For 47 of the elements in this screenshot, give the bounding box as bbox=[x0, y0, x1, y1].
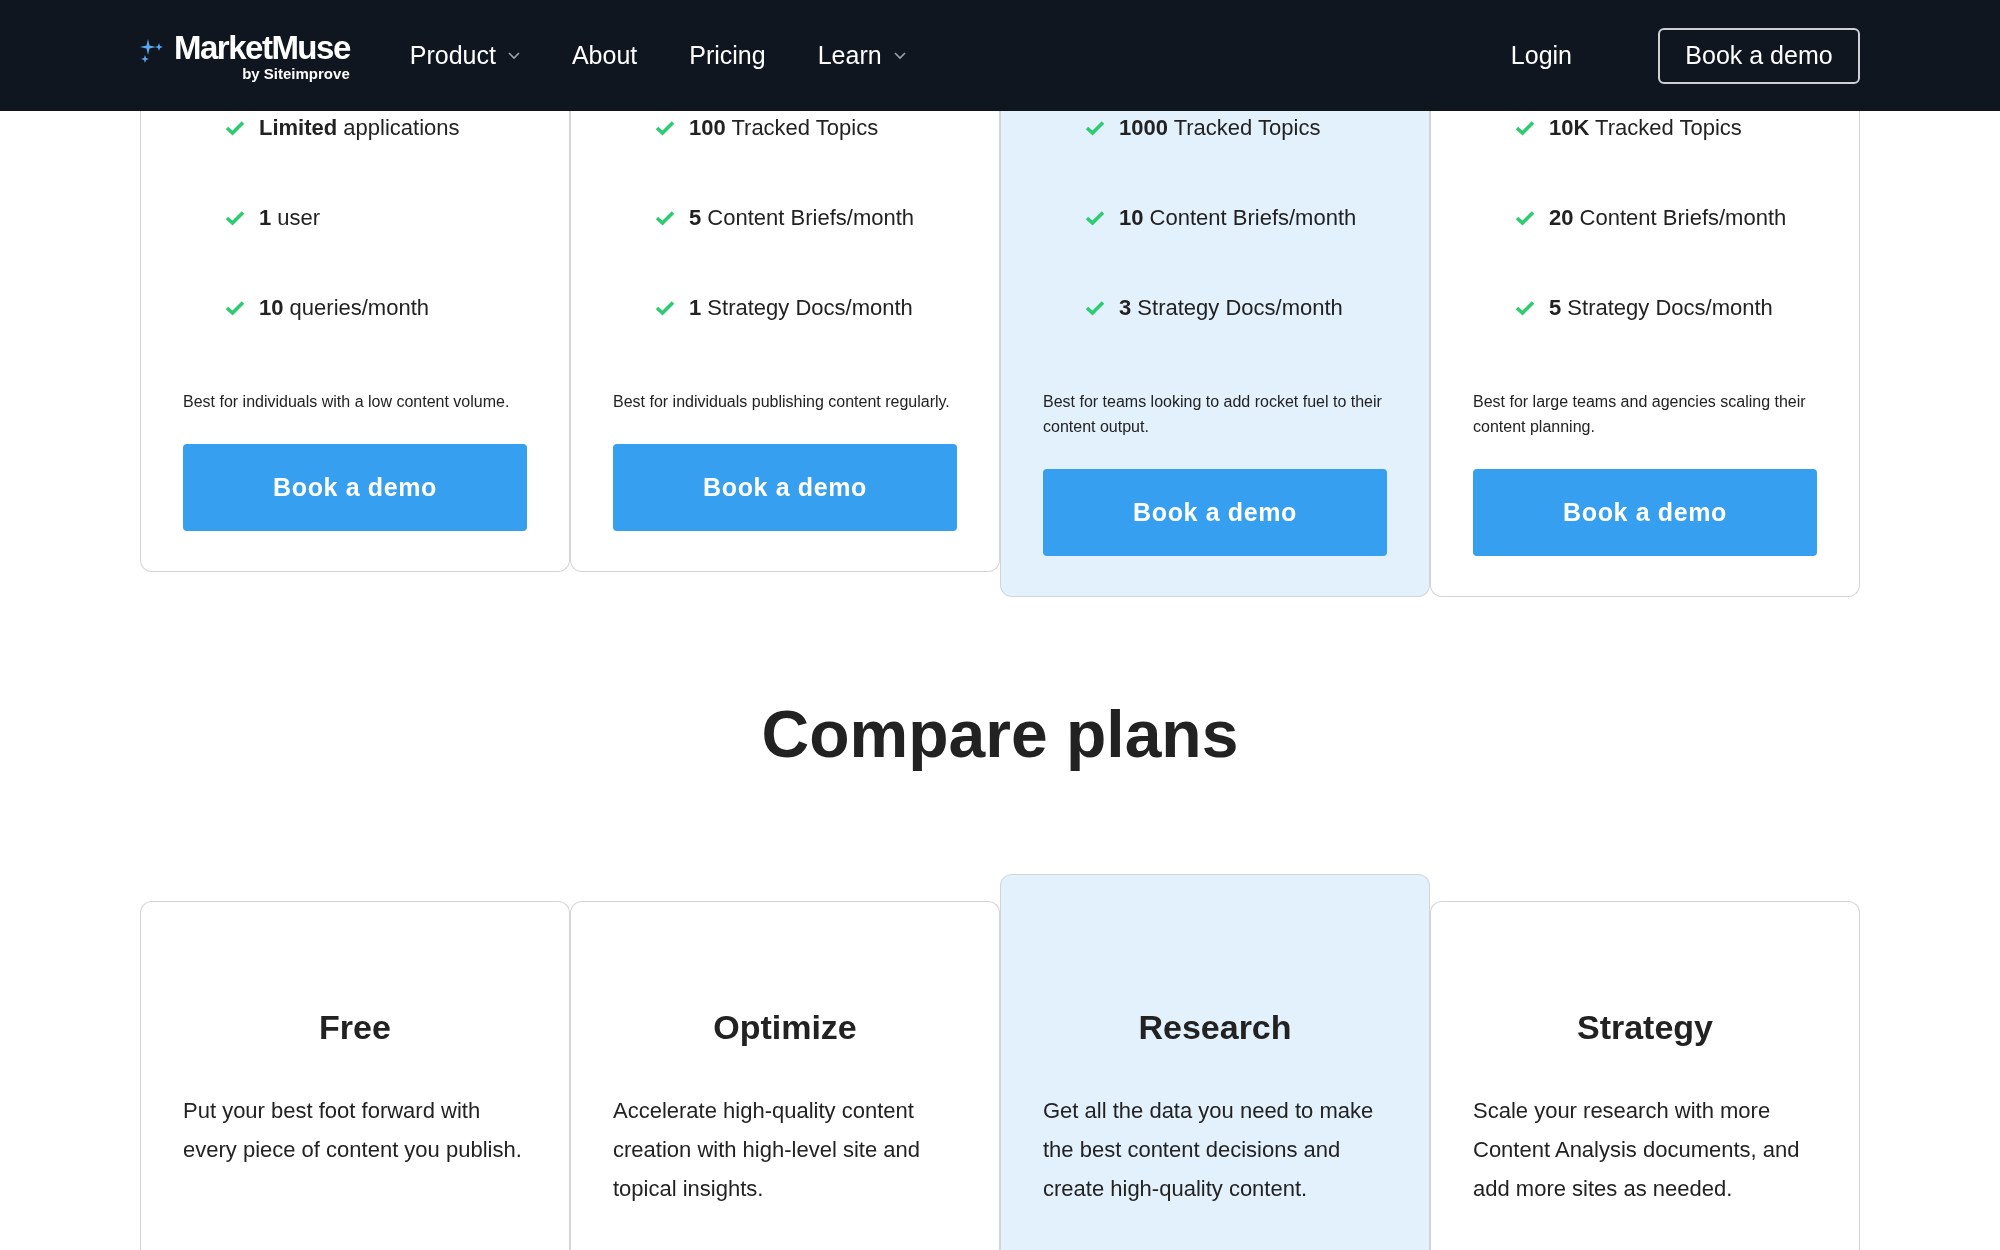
chevron-down-icon bbox=[507, 51, 520, 60]
plan-name: Research bbox=[1137, 1007, 1293, 1048]
check-icon bbox=[225, 210, 245, 226]
plan-description: Accelerate high-quality content creation with high-level site and topical insights. bbox=[613, 1097, 921, 1203]
nav-link[interactable]: Product bbox=[409, 36, 520, 75]
feature-text: Limited applications bbox=[259, 114, 460, 142]
feature-text: 5 Content Briefs/month bbox=[689, 204, 915, 232]
check-icon bbox=[1085, 120, 1105, 136]
check-icon bbox=[1515, 210, 1535, 226]
plan-description: Best for teams looking to add rocket fuel to their content output. bbox=[1043, 392, 1383, 437]
plan-description: Scale your research with more Content Analysis documents, and add more sites as needed. bbox=[1473, 1097, 1801, 1203]
check-icon bbox=[225, 300, 245, 316]
section-heading: Compare plans bbox=[760, 696, 1240, 773]
plan-name: Strategy bbox=[1575, 1007, 1715, 1048]
feature-text: 20 Content Briefs/month bbox=[1549, 204, 1787, 232]
nav-link[interactable]: About bbox=[571, 36, 638, 75]
chevron-down-icon bbox=[893, 51, 906, 60]
plan-name: Free bbox=[318, 1007, 392, 1048]
plan-description: Get all the data you need to make the best content decisions and create high-quality content. bbox=[1043, 1097, 1375, 1203]
check-icon bbox=[1085, 300, 1105, 316]
plan-description: Best for individuals with a low content volume. bbox=[183, 392, 511, 412]
plan-description: Best for individuals publishing content regularly. bbox=[613, 392, 951, 412]
check-icon bbox=[1515, 120, 1535, 136]
feature-text: 3 Strategy Docs/month bbox=[1119, 294, 1343, 322]
book-demo-button[interactable]: Book a demo bbox=[1658, 27, 1860, 84]
plan-description: Put your best foot forward with every piece of content you publish. bbox=[183, 1097, 523, 1164]
check-icon bbox=[225, 120, 245, 136]
feature-text: 10K Tracked Topics bbox=[1549, 114, 1742, 142]
feature-text: 5 Strategy Docs/month bbox=[1549, 294, 1773, 322]
logo-tagline: by Siteimprove bbox=[242, 65, 350, 81]
login-link[interactable]: Login bbox=[1510, 36, 1572, 75]
plan-description: Best for large teams and agencies scaling their content planning. bbox=[1473, 392, 1807, 437]
feature-text: 10 Content Briefs/month bbox=[1119, 204, 1357, 232]
check-icon bbox=[1085, 210, 1105, 226]
check-icon bbox=[655, 300, 675, 316]
feature-text: 1 user bbox=[259, 204, 321, 232]
check-icon bbox=[655, 120, 675, 136]
feature-text: 1000 Tracked Topics bbox=[1119, 114, 1321, 142]
check-icon bbox=[1515, 300, 1535, 316]
plan-name: Optimize bbox=[712, 1007, 858, 1048]
nav-link[interactable]: Pricing bbox=[689, 36, 766, 75]
feature-text: 10 queries/month bbox=[259, 294, 429, 322]
logo-wordmark[interactable]: MarketMuse bbox=[174, 30, 350, 64]
check-icon bbox=[655, 210, 675, 226]
feature-text: 1 Strategy Docs/month bbox=[689, 294, 913, 322]
nav-link[interactable]: Learn bbox=[817, 36, 906, 75]
feature-text: 100 Tracked Topics bbox=[689, 114, 879, 142]
